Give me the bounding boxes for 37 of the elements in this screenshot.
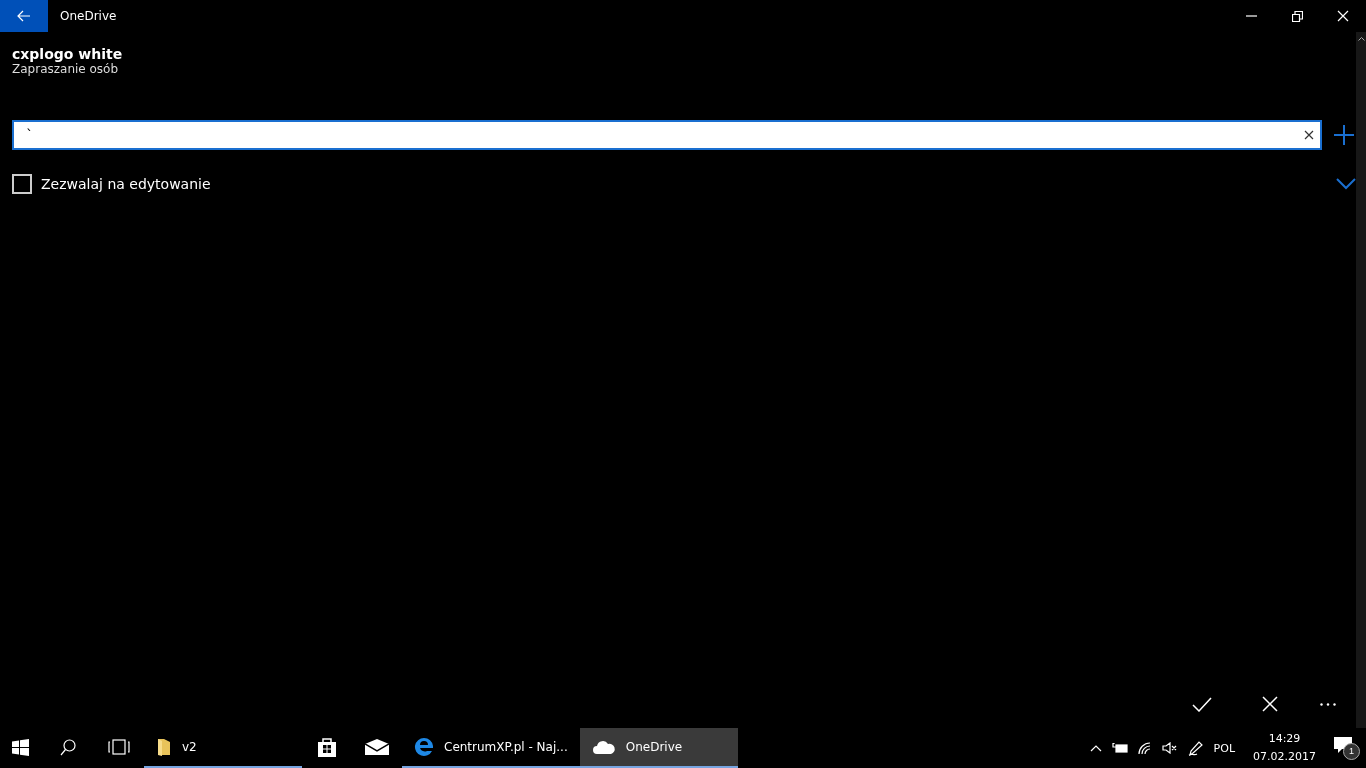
item-title: cxplogo white xyxy=(12,46,124,62)
back-button[interactable] xyxy=(0,0,48,32)
folder-icon xyxy=(156,738,172,756)
restore-icon xyxy=(1291,10,1303,22)
scroll-bar[interactable] xyxy=(1356,32,1366,728)
pen-icon[interactable] xyxy=(1187,740,1204,756)
notification-center-button[interactable]: 1 xyxy=(1334,736,1360,760)
windows-logo-icon xyxy=(12,738,29,756)
clock[interactable]: 14:29 07.02.2017 xyxy=(1253,730,1316,766)
close-icon xyxy=(1337,10,1349,22)
clear-icon[interactable] xyxy=(1304,130,1314,140)
minimize-icon xyxy=(1245,15,1257,17)
chevron-down-icon[interactable] xyxy=(1336,178,1356,190)
window-title: OneDrive xyxy=(60,9,118,23)
invite-input-field[interactable]: ` xyxy=(12,120,1322,150)
checkmark-icon xyxy=(1192,696,1212,712)
add-icon[interactable] xyxy=(1334,125,1354,145)
chevron-up-icon[interactable] xyxy=(1089,744,1102,752)
muted-speaker-icon[interactable] xyxy=(1161,742,1178,754)
shopping-bag-icon xyxy=(316,736,338,758)
task-view-icon xyxy=(108,739,130,755)
search-icon xyxy=(60,738,76,756)
taskbar-app-button[interactable]: CentrumXP.pl - Naj... xyxy=(402,728,580,768)
checkbox-label: Zezwalaj na edytowanie xyxy=(41,176,211,192)
back-arrow-icon xyxy=(17,10,31,22)
more-dots-icon xyxy=(1320,702,1336,706)
page-subtitle: Zapraszanie osób xyxy=(12,62,120,76)
language-indicator[interactable]: POL xyxy=(1213,741,1235,755)
taskbar-app-button[interactable]: v2 xyxy=(144,728,302,768)
cloud-icon xyxy=(591,739,616,755)
taskbar-app-button[interactable]: OneDrive xyxy=(579,728,738,768)
edge-browser-icon xyxy=(414,737,434,757)
checkbox[interactable] xyxy=(12,174,32,194)
close-icon xyxy=(1262,696,1278,712)
wifi-icon[interactable] xyxy=(1137,741,1152,755)
battery-icon[interactable] xyxy=(1111,743,1128,753)
envelope-icon xyxy=(365,739,389,755)
